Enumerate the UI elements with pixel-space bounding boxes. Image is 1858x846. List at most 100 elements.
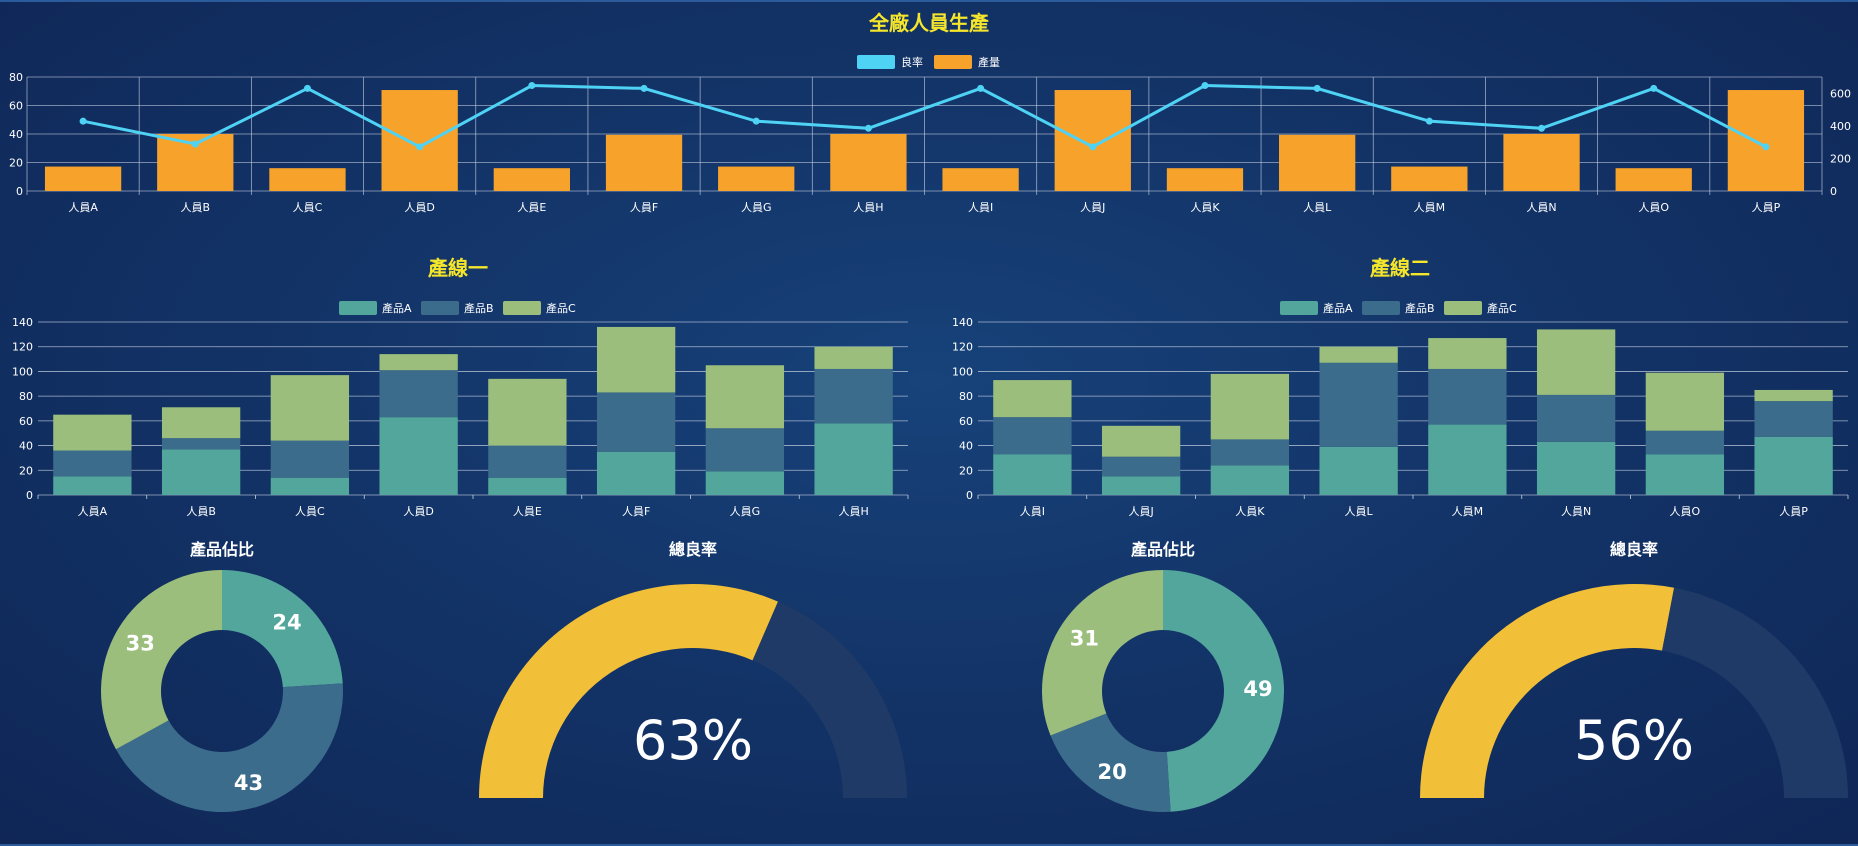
x-tick-label: 人員M (1414, 201, 1446, 214)
x-tick-label: 人員J (1080, 201, 1105, 214)
output-bar (718, 166, 795, 191)
x-tick-label: 人員C (293, 201, 323, 214)
stacked-bar-segment (53, 450, 132, 477)
legend-swatch-2 (503, 301, 541, 315)
pie-value-label: 49 (1243, 677, 1272, 701)
dashboard-canvas: 全廠人員生產 良率 產量0204060800200400600人員A 人員B 人員C 人… (0, 0, 1858, 846)
stacked-chart-title: 產線二 (1370, 256, 1430, 280)
stacked-bar-segment (596, 392, 676, 452)
stacked-bar-segment (814, 423, 893, 495)
y-right-tick: 0 (1830, 185, 1837, 198)
output-bar (1166, 168, 1244, 191)
stacked-bar-segment (1754, 436, 1833, 495)
x-tick-label: 人員P (1752, 201, 1781, 214)
x-tick-label: 人員B (186, 505, 216, 518)
stacked-bar-segment (1536, 394, 1616, 442)
y-tick-label: 140 (952, 316, 973, 329)
stacked-bar-segment (993, 454, 1072, 495)
stacked-bar-segment (1101, 476, 1181, 495)
y-tick-label: 80 (959, 390, 973, 403)
gauge-title: 總良率 (669, 540, 717, 559)
stacked-bar-segment (1319, 362, 1398, 447)
y-tick-label: 80 (19, 390, 33, 403)
stacked-chart-title: 產線一 (428, 256, 488, 280)
x-tick-label: 人員E (517, 201, 546, 214)
output-bar (1615, 168, 1692, 191)
output-bar (493, 168, 570, 191)
pie-value-label: 33 (126, 632, 155, 656)
y-tick-label: 0 (966, 489, 973, 502)
stacked-bar-segment (1319, 346, 1398, 363)
y-left-tick: 60 (9, 100, 23, 113)
gauge1-chart: 總良率 63% (479, 540, 907, 798)
stacked-bar-segment (488, 477, 567, 495)
x-tick-label: 人員L (1345, 505, 1374, 518)
pie-value-label: 24 (272, 611, 301, 635)
y-left-tick: 0 (16, 185, 23, 198)
x-tick-label: 人員M (1452, 505, 1484, 518)
y-right-tick: 200 (1830, 152, 1851, 165)
y-tick-label: 60 (959, 415, 973, 428)
pie-value-label: 20 (1097, 760, 1126, 784)
yield-point (1089, 143, 1097, 151)
output-bar (605, 134, 683, 191)
yield-point (79, 117, 87, 125)
x-tick-label: 人員I (968, 201, 993, 214)
line2-chart: 產線二產品A 產品B 產品C 0 20 40 60 80 100 120 140 人員I 人員J 人員K 人… (952, 256, 1849, 518)
gauge-title: 總良率 (1610, 540, 1658, 559)
x-tick-label: 人員G (741, 201, 772, 214)
output-bar (381, 90, 458, 191)
stacked-bar-segment (379, 354, 458, 371)
yield-point (1201, 82, 1209, 90)
legend-label-0: 產品A (1323, 301, 1353, 315)
y-tick-label: 100 (12, 365, 33, 378)
pie-slice (100, 570, 222, 750)
x-tick-label: 人員G (730, 505, 761, 518)
legend-swatch-1 (421, 301, 459, 315)
y-tick-label: 60 (19, 415, 33, 428)
legend-swatch-1 (934, 55, 972, 69)
y-tick-label: 20 (959, 464, 973, 477)
stacked-bar-segment (1645, 430, 1725, 455)
yield-point (977, 84, 985, 92)
stacked-bar-segment (993, 380, 1072, 418)
output-bar (1279, 134, 1356, 191)
legend-label-2: 產品C (546, 301, 576, 315)
legend-swatch-0 (1280, 301, 1318, 315)
y-tick-label: 40 (959, 440, 973, 453)
pie-value-label: 43 (234, 771, 263, 795)
gauge-value-label: 63% (633, 709, 753, 772)
line1-chart: 產線一產品A 產品B 產品C 0 20 40 60 80 100 120 140 人員A 人員B 人員C 人… (12, 256, 909, 518)
legend-label-2: 產品C (1487, 301, 1517, 315)
stacked-bar-segment (596, 326, 676, 393)
stacked-bar-segment (1428, 424, 1507, 495)
stacked-bar-segment (270, 440, 350, 478)
output-bar (1727, 90, 1805, 191)
stacked-bar-segment (1101, 456, 1181, 477)
pie-title: 產品佔比 (190, 540, 254, 559)
x-tick-label: 人員F (630, 201, 658, 214)
pie2-chart: 產品佔比 49 20 31 (1042, 540, 1285, 812)
legend-swatch-1 (1362, 301, 1400, 315)
stacked-bar-segment (814, 346, 893, 369)
output-bar (269, 168, 346, 191)
y-tick-label: 40 (19, 440, 33, 453)
x-tick-label: 人員A (68, 201, 98, 214)
stacked-bar-segment (1210, 439, 1290, 466)
legend-swatch-2 (1444, 301, 1482, 315)
x-tick-label: 人員K (1190, 201, 1220, 214)
output-bar (1391, 166, 1468, 191)
stacked-bar-segment (488, 445, 567, 478)
yield-point (528, 82, 536, 90)
yield-point (303, 84, 311, 92)
y-tick-label: 120 (12, 341, 33, 354)
stacked-bar-segment (161, 449, 241, 495)
gauge-value-label: 56% (1574, 709, 1694, 772)
y-tick-label: 20 (19, 464, 33, 477)
stacked-bar-segment (379, 417, 458, 495)
y-left-tick: 40 (9, 128, 23, 141)
stacked-bar-segment (1428, 338, 1507, 369)
yield-point (1313, 84, 1321, 92)
stacked-bar-segment (1536, 329, 1616, 395)
output-bar (942, 168, 1019, 191)
